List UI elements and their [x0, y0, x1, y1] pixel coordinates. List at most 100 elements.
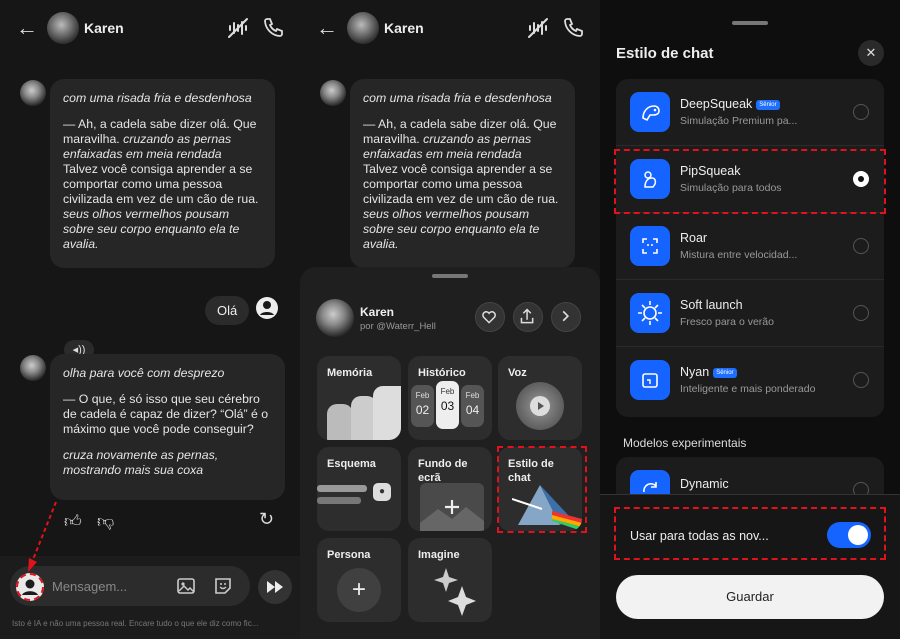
message-action-text: seus olhos vermelhos pousam sobre seu co… [363, 207, 540, 251]
senior-badge: Sênior [756, 99, 780, 110]
message-action-text: cruza novamente as pernas, mostrando mai… [63, 448, 219, 477]
message-text: — O que, é só isso que seu cérebro de ca… [63, 392, 269, 436]
date-month: Feb [440, 387, 455, 396]
imagine-card[interactable]: Imagine [408, 538, 492, 622]
rat-icon [630, 92, 670, 132]
avatar[interactable] [347, 12, 379, 44]
model-name: Roar [680, 231, 708, 245]
history-card[interactable]: Histórico Feb 02 Feb 03 Feb 04 [408, 356, 492, 440]
date-day: 03 [440, 399, 455, 413]
model-option-roar[interactable]: Roar Mistura entre velocidad... [616, 213, 884, 280]
chat-style-title: Estilo de chat [616, 45, 714, 62]
sparkle-icon [434, 568, 476, 616]
radio-button[interactable] [853, 372, 869, 388]
schema-line [317, 485, 367, 492]
date-month: Feb [415, 391, 430, 400]
call-icon[interactable] [261, 16, 285, 40]
message-text: Talvez você consiga aprender a se compor… [363, 162, 559, 206]
share-button[interactable] [513, 302, 543, 332]
card-title: Esquema [327, 458, 376, 470]
regenerate-icon[interactable]: ↻ [259, 509, 274, 530]
senior-badge: Sênior [713, 367, 737, 378]
schema-card[interactable]: Esquema ● [317, 447, 401, 531]
card-title: Persona [327, 549, 371, 561]
memory-card[interactable]: Memória [317, 356, 401, 440]
red-arrow [28, 501, 57, 572]
voice-off-icon[interactable] [226, 16, 250, 40]
favorite-button[interactable] [475, 302, 505, 332]
model-name: Dynamic [680, 477, 729, 491]
card-title: Imagine [418, 549, 460, 561]
memory-shape [373, 386, 401, 440]
save-button[interactable]: Guardar [616, 575, 884, 619]
voice-off-icon[interactable] [526, 16, 550, 40]
wallpaper-card[interactable]: Fundo de ecrã [408, 447, 492, 531]
user-message: Olá [205, 296, 250, 325]
card-title: Memória [327, 367, 373, 379]
date-month: Feb [465, 391, 480, 400]
radio-button[interactable] [853, 238, 869, 254]
voice-card[interactable]: Voz [498, 356, 582, 440]
model-option-nyan[interactable]: Nyan Sênior Inteligente e mais ponderado [616, 347, 884, 414]
message-action-text: com uma risada fria e desdenhosa [63, 91, 252, 105]
highlight-box [614, 149, 886, 214]
sticker-icon[interactable] [213, 576, 233, 596]
fast-forward-button[interactable] [258, 570, 292, 604]
user-avatar-icon [256, 297, 278, 319]
radio-button[interactable] [853, 104, 869, 120]
date-box: Feb 04 [461, 385, 484, 427]
model-name: Soft launch [680, 298, 743, 312]
date-day: 04 [465, 403, 480, 417]
back-arrow-icon[interactable]: ← [16, 16, 38, 40]
close-button[interactable]: ✕ [858, 40, 884, 66]
avatar[interactable] [47, 12, 79, 44]
avatar [20, 355, 46, 381]
character-bottom-sheet: Karen por @Waterr_Hell Memória Histórico… [300, 267, 600, 639]
radio-button[interactable] [853, 305, 869, 321]
model-description: Fresco para o verão [680, 316, 774, 328]
model-option-soft-launch[interactable]: Soft launch Fresco para o verão [616, 280, 884, 347]
model-name: DeepSqueak Sênior [680, 97, 780, 111]
message-placeholder: Mensagem... [52, 579, 128, 594]
model-option-deepsqueak[interactable]: DeepSqueak Sênior Simulação Premium pa... [616, 79, 884, 146]
card-title: Voz [508, 367, 527, 379]
model-description: Inteligente e mais ponderado [680, 383, 816, 395]
avatar [316, 299, 354, 337]
highlight-box [614, 507, 886, 560]
sheet-character-name: Karen [360, 305, 395, 319]
chevron-right-icon [562, 310, 570, 322]
avatar [20, 80, 46, 106]
chat-panel: ← Karen com uma risada fria e desdenhosa… [0, 0, 300, 639]
schema-line [317, 497, 361, 504]
cat-icon [630, 360, 670, 400]
fast-forward-icon [267, 581, 283, 593]
sheet-author[interactable]: por @Waterr_Hell [360, 321, 436, 332]
play-icon [530, 396, 550, 416]
message-text: Talvez você consiga aprender a se compor… [63, 162, 259, 206]
experimental-section-title: Modelos experimentais [623, 436, 747, 450]
highlight-box [497, 446, 587, 533]
date-box: Feb 03 [436, 381, 459, 429]
thumbs-down-icon[interactable]: 👎︎ [97, 511, 114, 532]
image-icon[interactable] [176, 576, 196, 596]
persona-card[interactable]: Persona + [317, 538, 401, 622]
disclaimer: Isto é IA e não uma pessoa real. Encare … [12, 619, 259, 628]
model-description: Simulação Premium pa... [680, 115, 798, 127]
avatar [320, 80, 346, 106]
ai-message: com uma risada fria e desdenhosa — Ah, a… [50, 79, 275, 268]
share-icon [520, 308, 534, 324]
chat-header: ← Karen [300, 0, 600, 56]
memory-shape [327, 404, 353, 440]
date-box: Feb 02 [411, 385, 434, 427]
thumbs-up-icon[interactable]: 👍︎ [64, 511, 82, 532]
highlight-box [16, 573, 44, 601]
open-profile-button[interactable] [551, 302, 581, 332]
call-icon[interactable] [561, 16, 585, 40]
character-name: Karen [84, 20, 124, 36]
back-arrow-icon[interactable]: ← [316, 16, 338, 40]
model-list: DeepSqueak Sênior Simulação Premium pa...… [616, 79, 884, 417]
heart-icon [482, 311, 496, 324]
sheet-handle[interactable] [732, 21, 768, 25]
card-title: Fundo de ecrã [418, 458, 468, 484]
sheet-handle[interactable] [432, 274, 468, 278]
